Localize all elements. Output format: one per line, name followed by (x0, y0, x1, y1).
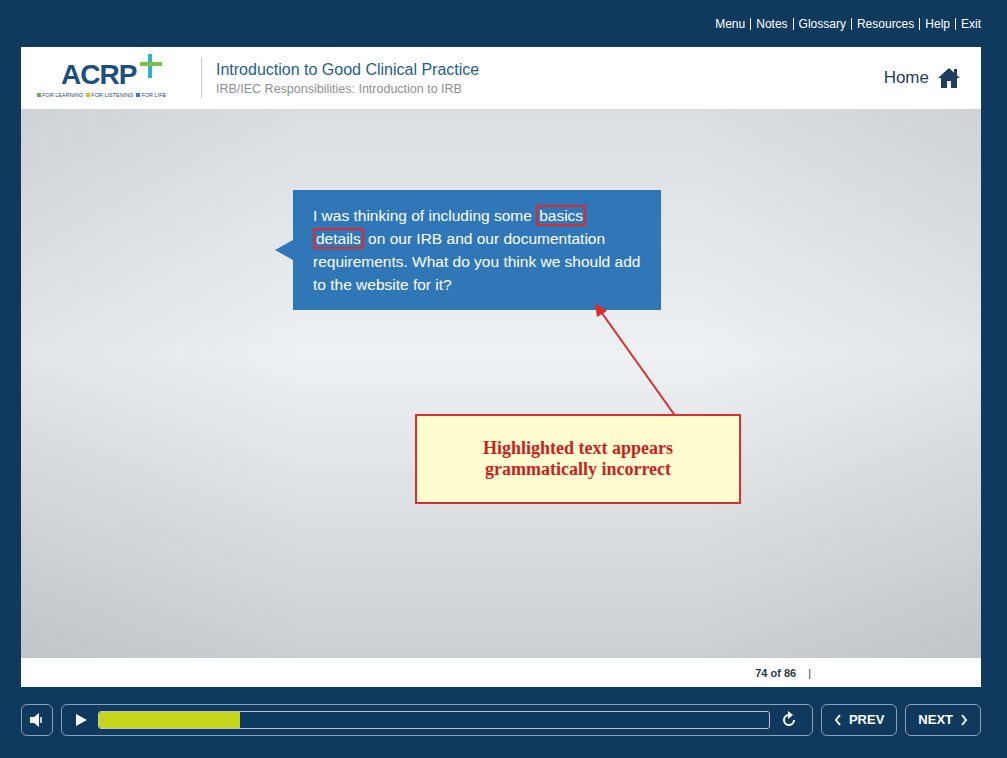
chevron-left-icon (834, 714, 842, 726)
top-menu-link[interactable]: Exit (961, 17, 981, 31)
player-bar (61, 704, 813, 736)
pointer-arrow-icon (581, 299, 701, 419)
course-titles: Introduction to Good Clinical Practice IR… (216, 61, 884, 96)
tagline-square (136, 93, 140, 97)
top-menu-link[interactable]: Notes (756, 17, 787, 31)
slide-photo: I was thinking of including some basics … (21, 109, 981, 658)
bubble-text-segment: I was thinking of including some (313, 207, 536, 224)
chevron-right-icon (960, 714, 968, 726)
nav-label: PREV (849, 712, 884, 727)
header-divider (201, 58, 202, 98)
house-icon (937, 67, 961, 89)
annotation-box: Highlighted text appears grammatically i… (415, 414, 741, 504)
tagline-square (37, 93, 41, 97)
course-title: Introduction to Good Clinical Practice (216, 61, 884, 79)
replay-icon[interactable] (780, 711, 798, 729)
menu-separator (793, 18, 794, 30)
course-player: Menu Notes Glossary Resources Help Exit ACRPFO… (0, 0, 1007, 758)
top-menu-link[interactable]: Resources (857, 17, 914, 31)
home-button[interactable]: Home (884, 67, 961, 89)
tagline-square (86, 93, 90, 97)
progress-track[interactable] (98, 711, 770, 729)
content-panel: ACRPFOR LEARNINGFOR LISTENINGFOR LIFE Int… (21, 47, 981, 687)
speech-bubble: I was thinking of including some basics … (293, 190, 661, 310)
home-label: Home (884, 68, 929, 88)
page-counter: 74 of 86 (755, 667, 796, 679)
logo-tagline: FOR LEARNINGFOR LISTENINGFOR LIFE (37, 92, 187, 98)
nav-button[interactable]: PREV (821, 704, 897, 736)
header: ACRPFOR LEARNINGFOR LISTENINGFOR LIFE Int… (21, 47, 981, 109)
tagline-item: FOR LIFE (136, 92, 166, 98)
top-menu-link[interactable]: Glossary (799, 17, 846, 31)
counter-separator: | (808, 667, 811, 679)
nav-button[interactable]: NEXT (905, 704, 981, 736)
tagline-item: FOR LISTENING (86, 92, 133, 98)
menu-separator (955, 18, 956, 30)
bubble-text-segment: details (313, 228, 364, 249)
page-strip: 74 of 86 | (21, 658, 981, 687)
player-controls: PREV NEXT (0, 687, 1007, 758)
play-icon[interactable] (74, 713, 88, 727)
progress-fill (99, 712, 240, 728)
top-bar: Menu Notes Glossary Resources Help Exit (0, 0, 1007, 47)
top-menu-link[interactable]: Help (925, 17, 950, 31)
top-menu-link[interactable]: Menu (715, 17, 745, 31)
menu-separator (919, 18, 920, 30)
menu-separator (750, 18, 751, 30)
tagline-item: FOR LEARNING (37, 92, 83, 98)
nav-label: NEXT (918, 712, 953, 727)
logo-text: ACRP (61, 58, 136, 92)
speaker-icon (29, 713, 45, 727)
plus-icon (138, 54, 164, 80)
acrp-logo[interactable]: ACRPFOR LEARNINGFOR LISTENINGFOR LIFE (37, 58, 187, 98)
bubble-text-segment: basics (536, 205, 586, 226)
audio-button[interactable] (21, 704, 53, 736)
course-subtitle: IRB/IEC Responsibilities: Introduction t… (216, 82, 884, 96)
menu-separator (851, 18, 852, 30)
